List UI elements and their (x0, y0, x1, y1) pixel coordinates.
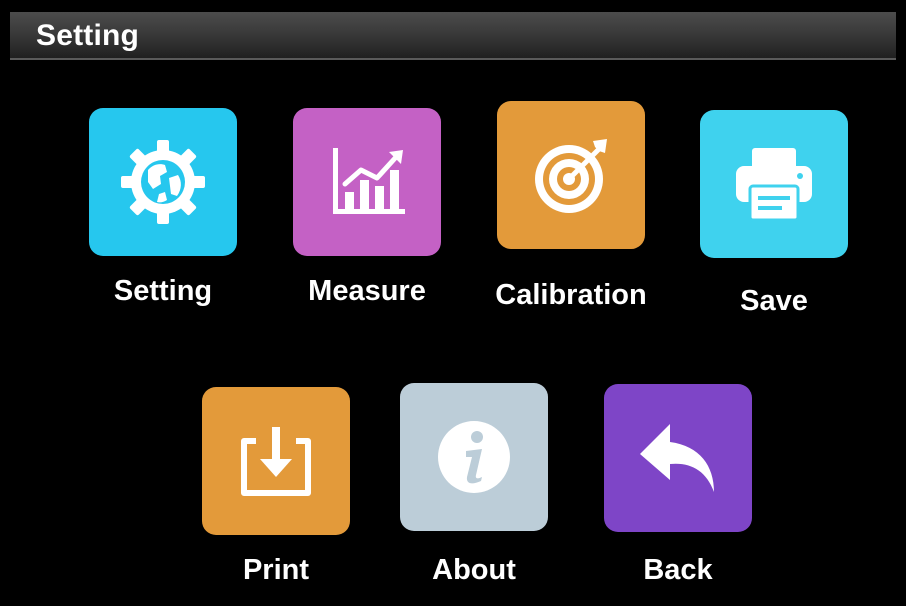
title-bar: Setting (10, 12, 896, 60)
page-title: Setting (36, 19, 140, 52)
about-label: About (432, 554, 516, 586)
setting-tile[interactable] (89, 108, 237, 256)
download-icon (241, 427, 311, 496)
back-arrow-icon (640, 424, 714, 492)
gear-globe-icon (121, 140, 205, 224)
calibration-button[interactable]: Calibration (471, 101, 671, 311)
chart-icon (333, 148, 405, 214)
setting-label: Setting (113, 275, 213, 307)
print-tile[interactable] (202, 387, 350, 535)
calibration-tile[interactable] (497, 101, 645, 249)
about-button[interactable]: About (374, 383, 574, 593)
save-tile[interactable] (700, 110, 848, 258)
measure-button[interactable]: Measure (267, 108, 467, 318)
device-screen: Setting Setting Measure Calibration Save… (10, 12, 896, 596)
back-button[interactable]: Back (578, 384, 778, 594)
target-icon (535, 139, 607, 213)
calibration-label: Calibration (495, 279, 647, 311)
back-tile[interactable] (604, 384, 752, 532)
printer-icon (736, 148, 812, 222)
about-tile[interactable] (400, 383, 548, 531)
print-button[interactable]: Print (176, 387, 376, 596)
measure-label: Measure (308, 275, 426, 307)
measure-tile[interactable] (293, 108, 441, 256)
save-button[interactable]: Save (674, 110, 874, 320)
save-label: Save (740, 285, 808, 317)
setting-button[interactable]: Setting (63, 108, 263, 318)
print-label: Print (242, 554, 310, 586)
back-label: Back (643, 554, 713, 586)
info-icon (438, 421, 510, 493)
